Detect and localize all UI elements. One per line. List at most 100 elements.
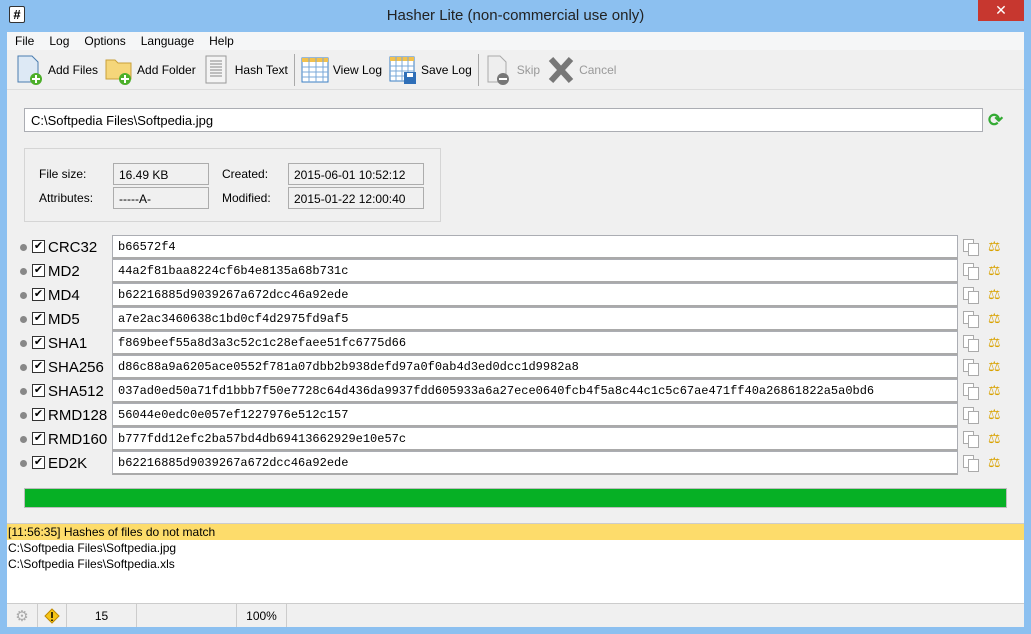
algo-checkbox[interactable]: ✔ [32,456,45,469]
algo-label: SHA1 [48,335,88,352]
menu-options[interactable]: Options [76,32,132,50]
algo-checkbox[interactable]: ✔ [32,264,45,277]
hash-row: ✔ ED2K b62216885d9039267a672dcc46a92ede … [7,451,1007,475]
menu-bar: File Log Options Language Help [7,32,1024,50]
menu-file[interactable]: File [7,32,41,50]
add-files-button[interactable]: Add Files [15,54,98,86]
algo-checkbox[interactable]: ✔ [32,408,45,421]
log-entry[interactable]: C:\Softpedia Files\Softpedia.jpg [7,540,1024,556]
copy-icon[interactable] [963,239,979,256]
copy-icon[interactable] [963,407,979,424]
compare-scale-icon[interactable]: ⚖ [988,454,1001,471]
hash-value-field[interactable]: 037ad0ed50a71fd1bbb7f50e7728c64d436da993… [112,379,958,403]
view-log-label: View Log [332,62,383,77]
menu-log[interactable]: Log [41,32,76,50]
copy-icon[interactable] [963,359,979,376]
algo-checkbox[interactable]: ✔ [32,360,45,373]
hash-row: ✔ CRC32 b66572f4 ⚖ [7,235,1007,259]
add-folder-button[interactable]: Add Folder [104,54,196,86]
cancel-x-icon [546,54,576,86]
hash-row: ✔ RMD160 b777fdd12efc2ba57bd4db694136629… [7,427,1007,451]
skip-button[interactable]: Skip [484,54,540,86]
hash-value-field[interactable]: b62216885d9039267a672dcc46a92ede [112,283,958,307]
hash-value-field[interactable]: f869beef55a8d3a3c52c1c28efaee51fc6775d66 [112,331,958,355]
title-bar: # Hasher Lite (non-commercial use only) … [0,0,1031,32]
hash-value-field[interactable]: b62216885d9039267a672dcc46a92ede [112,451,958,475]
text-document-icon [202,54,232,86]
progress-fill [25,489,1006,507]
algo-label: MD2 [48,263,80,280]
gear-icon[interactable]: ⚙ [7,604,38,627]
status-dot-icon [20,316,27,323]
hash-value-field[interactable]: d86c88a9a6205ace0552f781a07dbb2b938defd9… [112,355,958,379]
algo-checkbox[interactable]: ✔ [32,312,45,325]
close-button[interactable]: ✕ [978,0,1024,21]
menu-language[interactable]: Language [133,32,201,50]
hash-value-field[interactable]: 56044e0edc0e057ef1227976e512c157 [112,403,958,427]
menu-help[interactable]: Help [201,32,241,50]
log-entry[interactable]: [11:56:35] Hashes of files do not match [7,524,1024,540]
save-table-icon [388,54,418,86]
log-entry[interactable]: C:\Softpedia Files\Softpedia.xls [7,556,1024,572]
hash-row: ✔ MD4 b62216885d9039267a672dcc46a92ede ⚖ [7,283,1007,307]
toolbar-separator [293,53,295,86]
hash-value-field[interactable]: 44a2f81baa8224cf6b4e8135a68b731c [112,259,958,283]
copy-icon[interactable] [963,431,979,448]
status-dot-icon [20,244,27,251]
algo-label: CRC32 [48,239,98,256]
compare-scale-icon[interactable]: ⚖ [988,430,1001,447]
status-dot-icon [20,364,27,371]
compare-scale-icon[interactable]: ⚖ [988,358,1001,375]
compare-scale-icon[interactable]: ⚖ [988,310,1001,327]
compare-scale-icon[interactable]: ⚖ [988,262,1001,279]
file-path-input[interactable]: C:\Softpedia Files\Softpedia.jpg [24,108,983,132]
skip-label: Skip [516,62,541,77]
save-log-button[interactable]: Save Log [388,54,472,86]
add-folder-icon [104,54,134,86]
copy-icon[interactable] [963,311,979,328]
cancel-button[interactable]: Cancel [546,54,616,86]
progress-percent: 100% [237,604,287,627]
algo-checkbox[interactable]: ✔ [32,336,45,349]
hash-value-field[interactable]: a7e2ac3460638c1bd0cf4d2975fd9af5 [112,307,958,331]
toolbar-separator [477,53,479,86]
copy-icon[interactable] [963,383,979,400]
hash-text-label: Hash Text [234,62,288,77]
attributes-label: Attributes: [39,191,94,205]
compare-scale-icon[interactable]: ⚖ [988,382,1001,399]
hash-text-button[interactable]: Hash Text [202,54,288,86]
file-info-group: File size: 16.49 KB Attributes: -----A- … [24,148,441,222]
compare-scale-icon[interactable]: ⚖ [988,334,1001,351]
algo-label: SHA512 [48,383,104,400]
refresh-icon[interactable]: ⟳ [988,110,1003,131]
modified-value: 2015-01-22 12:00:40 [288,187,424,209]
algo-checkbox[interactable]: ✔ [32,432,45,445]
copy-icon[interactable] [963,335,979,352]
copy-icon[interactable] [963,287,979,304]
warning-icon[interactable] [38,604,67,627]
hash-value-field[interactable]: b66572f4 [112,235,958,259]
status-dot-icon [20,340,27,347]
hash-value-field[interactable]: b777fdd12efc2ba57bd4db69413662929e10e57c [112,427,958,451]
compare-scale-icon[interactable]: ⚖ [988,238,1001,255]
copy-icon[interactable] [963,455,979,472]
algo-checkbox[interactable]: ✔ [32,240,45,253]
log-panel[interactable]: [11:56:35] Hashes of files do not match … [7,523,1024,603]
client-area: File Log Options Language Help Add Files… [7,32,1024,627]
algo-label: RMD128 [48,407,108,424]
status-dot-icon [20,292,27,299]
copy-icon[interactable] [963,263,979,280]
view-log-button[interactable]: View Log [300,54,382,86]
compare-scale-icon[interactable]: ⚖ [988,406,1001,423]
save-log-label: Save Log [421,62,472,77]
created-label: Created: [222,167,269,181]
algo-checkbox[interactable]: ✔ [32,288,45,301]
status-dot-icon [20,460,27,467]
algo-checkbox[interactable]: ✔ [32,384,45,397]
hash-row: ✔ MD2 44a2f81baa8224cf6b4e8135a68b731c ⚖ [7,259,1007,283]
algo-label: ED2K [48,455,88,472]
add-files-label: Add Files [48,62,99,77]
compare-scale-icon[interactable]: ⚖ [988,286,1001,303]
skip-icon [484,54,514,86]
table-icon [300,54,330,86]
